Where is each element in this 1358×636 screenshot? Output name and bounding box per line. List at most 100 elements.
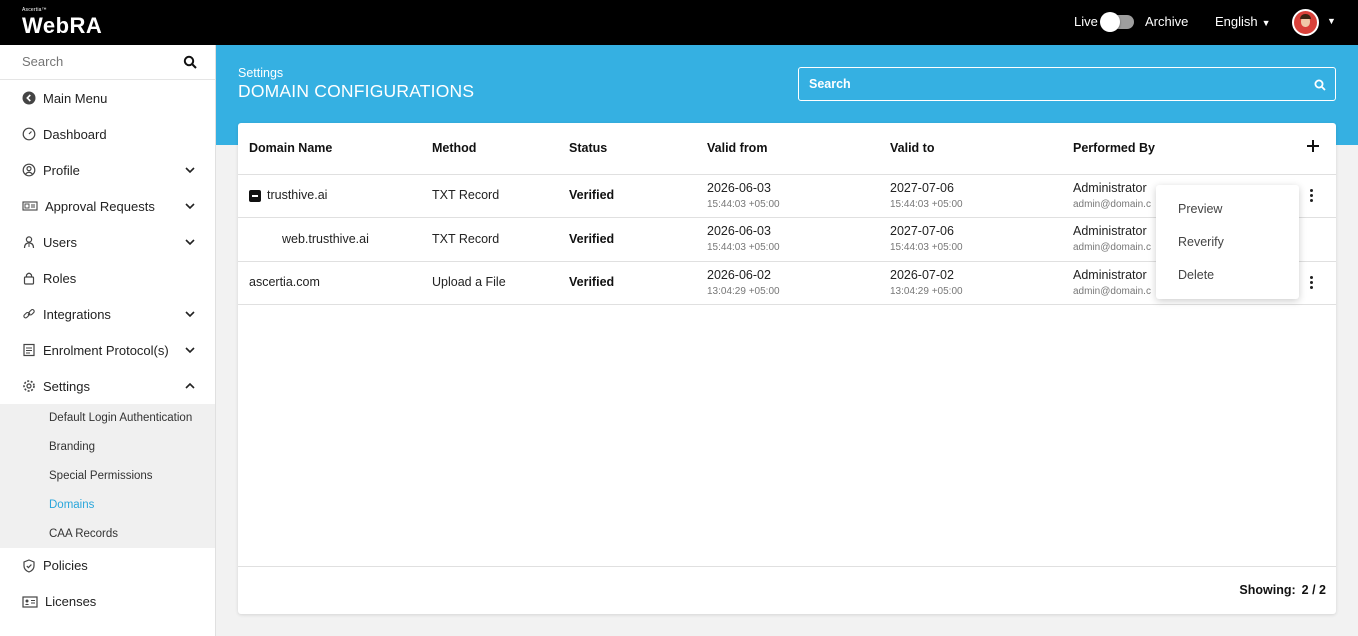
chevron-down-icon[interactable] [184,201,196,211]
table-footer: Showing: 2 / 2 [238,566,1336,614]
valid-to-date: 2027-07-06 [890,181,954,195]
table-header: Domain Name Method Status Valid from Val… [238,123,1336,175]
sidebar-item-label: Approval Requests [45,198,155,214]
sidebar-subitem-domains[interactable]: Domains [0,490,215,519]
status-cell: Verified [569,232,615,246]
language-selector[interactable]: English ▼ [1215,14,1271,29]
collapse-row-icon[interactable] [249,190,261,202]
valid-to-date: 2026-07-02 [890,268,954,282]
column-header-method[interactable]: Method [432,141,476,155]
row-actions-kebab-icon[interactable] [1310,276,1314,290]
chevron-down-icon[interactable] [184,165,196,175]
user-menu-caret-icon[interactable]: ▼ [1327,16,1336,26]
domain-search-input[interactable] [809,77,1289,91]
language-value: English [1215,14,1258,29]
sidebar-item-users[interactable]: Users [0,224,215,260]
column-header-valid-from[interactable]: Valid from [707,141,767,155]
domain-name-cell: web.trusthive.ai [282,232,369,246]
sidebar-item-dashboard[interactable]: Dashboard [0,116,215,152]
domain-name-cell: trusthive.ai [267,188,328,202]
sidebar-item-label: Policies [43,558,88,574]
toggle-knob [1100,12,1120,32]
user-circle-icon [22,163,36,177]
top-bar: Ascertia™ WebRA Live Archive English ▼ ▼ [0,0,1358,45]
breadcrumb[interactable]: Settings [238,66,283,80]
column-header-valid-to[interactable]: Valid to [890,141,934,155]
valid-to-time: 15:44:03 +05:00 [890,199,963,210]
sidebar-search-input[interactable] [22,54,172,69]
status-cell: Verified [569,188,615,202]
avatar-hair [1300,14,1311,19]
pagination-showing: Showing: 2 / 2 [1239,583,1326,597]
row-actions-kebab-icon[interactable] [1310,189,1314,203]
column-header-performed-by[interactable]: Performed By [1073,141,1155,155]
valid-from-date: 2026-06-02 [707,268,771,282]
sidebar-item-main-menu[interactable]: Main Menu [0,80,215,116]
search-icon[interactable] [1314,79,1326,91]
chevron-down-icon[interactable] [184,345,196,355]
sidebar-item-policies[interactable]: Policies [0,548,215,584]
valid-from-time: 15:44:03 +05:00 [707,199,780,210]
add-domain-plus-icon[interactable] [1306,139,1320,153]
sidebar-item-label: Roles [43,270,77,286]
valid-from-date: 2026-06-03 [707,181,771,195]
sidebar-item-profile[interactable]: Profile [0,152,215,188]
column-header-domain-name[interactable]: Domain Name [249,141,332,155]
menu-item-reverify[interactable]: Reverify [1156,225,1299,258]
performed-by-name: Administrator [1073,268,1147,282]
performed-by-email: admin@domain.c [1073,199,1151,210]
method-cell: TXT Record [432,232,500,246]
archive-label: Archive [1145,14,1189,29]
link-icon [23,309,35,319]
shield-icon [23,559,35,573]
sidebar-subitem-caa-records[interactable]: CAA Records [0,519,215,548]
performed-by-name: Administrator [1073,224,1147,238]
sidebar-subitem-default-login-authentication[interactable]: Default Login Authentication [0,404,215,433]
settings-submenu: Default Login Authentication Branding Sp… [0,404,215,548]
back-arrow-icon [22,91,36,105]
chevron-down-icon[interactable] [184,309,196,319]
sidebar-subitem-special-permissions[interactable]: Special Permissions [0,462,215,491]
sidebar-item-label: Dashboard [43,126,107,142]
method-cell: TXT Record [432,188,500,202]
sidebar-item-label: Licenses [45,594,97,610]
sidebar-subitem-branding[interactable]: Branding [0,433,215,462]
valid-from-time: 13:04:29 +05:00 [707,286,780,297]
sidebar-search [0,45,215,80]
users-icon [23,236,35,249]
method-cell: Upload a File [432,275,506,289]
sidebar-item-roles[interactable]: Roles [0,260,215,296]
valid-from-date: 2026-06-03 [707,224,771,238]
performed-by-email: admin@domain.c [1073,242,1151,253]
sidebar-item-enrolment-protocols[interactable]: Enrolment Protocol(s) [0,332,215,368]
live-label: Live [1074,14,1098,29]
status-cell: Verified [569,275,615,289]
menu-item-preview[interactable]: Preview [1156,192,1299,225]
sidebar-item-integrations[interactable]: Integrations [0,296,215,332]
license-card-icon [22,596,38,608]
domain-search-box [798,67,1336,101]
brand-name: WebRA [22,13,103,38]
performed-by-name: Administrator [1073,181,1147,195]
sidebar-item-licenses[interactable]: Licenses [0,584,215,620]
valid-to-date: 2027-07-06 [890,224,954,238]
column-header-status[interactable]: Status [569,141,607,155]
app-logo[interactable]: Ascertia™ WebRA [22,7,102,39]
sidebar-item-settings[interactable]: Settings [0,368,215,404]
sidebar-item-label: Settings [43,378,90,394]
row-actions-menu: Preview Reverify Delete [1156,185,1299,299]
valid-to-time: 15:44:03 +05:00 [890,242,963,253]
domain-name-cell: ascertia.com [249,275,320,289]
chevron-down-icon[interactable] [184,237,196,247]
showing-value: 2 / 2 [1301,583,1326,597]
live-archive-toggle[interactable] [1100,12,1134,32]
sidebar-item-approval-requests[interactable]: Approval Requests [0,188,215,224]
menu-item-delete[interactable]: Delete [1156,258,1299,291]
search-icon[interactable] [183,55,197,69]
chevron-up-icon[interactable] [184,381,196,391]
id-card-icon [22,201,38,211]
valid-from-time: 15:44:03 +05:00 [707,242,780,253]
sidebar-item-label: Main Menu [43,90,108,106]
performed-by-email: admin@domain.c [1073,286,1151,297]
avatar[interactable] [1292,9,1319,36]
